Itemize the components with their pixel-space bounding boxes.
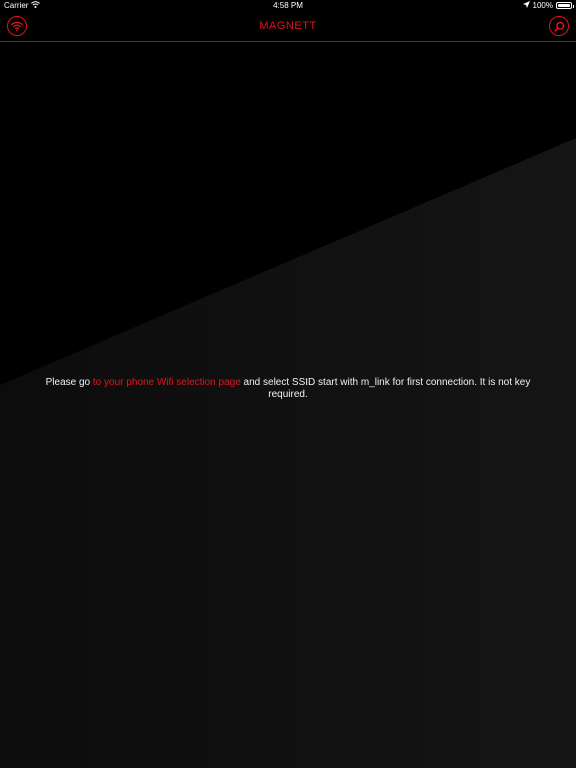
status-right: 100% — [522, 1, 574, 10]
search-icon — [553, 21, 564, 32]
battery-percent: 100% — [532, 1, 553, 10]
instructions-suffix: and select SSID start with m_link for fi… — [240, 377, 531, 400]
wifi-settings-link[interactable]: to your phone Wifi selection page — [93, 377, 241, 388]
status-bar: Carrier 4:58 PM 100% — [0, 0, 576, 12]
location-arrow-icon — [522, 1, 530, 10]
status-time: 4:58 PM — [273, 1, 303, 10]
app-title: MAGNETT — [259, 20, 317, 32]
navigation-bar: MAGNETT — [0, 12, 576, 42]
connection-instructions: Please go to your phone Wifi selection p… — [40, 377, 536, 401]
app-screen: Carrier 4:58 PM 100% MAGNETT Please go t… — [0, 0, 576, 768]
instructions-prefix: Please go — [45, 377, 93, 388]
battery-icon — [556, 2, 574, 9]
search-button[interactable] — [549, 16, 569, 36]
